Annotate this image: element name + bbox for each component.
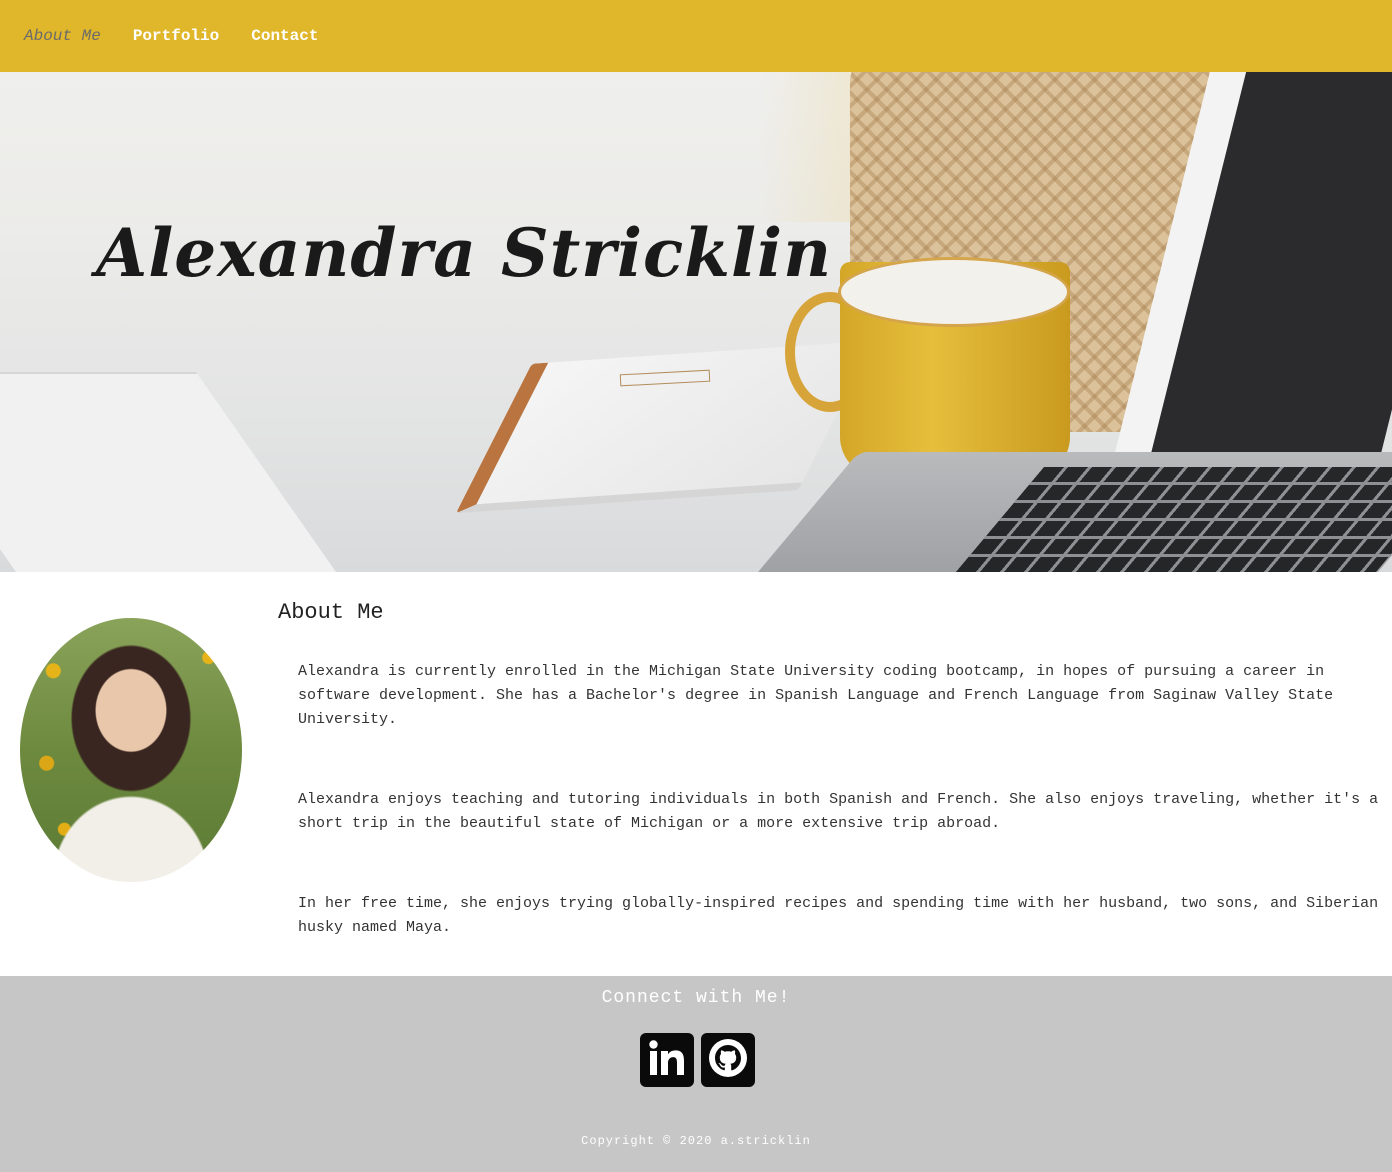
about-paragraph-2: Alexandra enjoys teaching and tutoring i… — [298, 791, 1379, 832]
social-links — [640, 1033, 755, 1087]
about-heading: About Me — [278, 600, 384, 625]
linkedin-button[interactable] — [640, 1033, 694, 1087]
linkedin-icon — [645, 1036, 689, 1085]
github-icon — [706, 1036, 750, 1085]
nav-link-contact[interactable]: Contact — [251, 27, 318, 45]
hero-title: Alexandra Stricklin — [96, 214, 833, 293]
about-paragraph-1: Alexandra is currently enrolled in the M… — [298, 663, 1334, 728]
about-section: About Me Alexandra is currently enrolled… — [0, 572, 1392, 976]
nav-link-about-me[interactable]: About Me — [24, 27, 101, 45]
hero-banner: Alexandra Stricklin — [0, 72, 1392, 572]
nav-link-portfolio[interactable]: Portfolio — [133, 27, 219, 45]
footer: Connect with Me! Copyright © 2020 a.stri… — [0, 976, 1392, 1172]
about-paragraph-3: In her free time, she enjoys trying glob… — [298, 895, 1379, 936]
copyright-text: Copyright © 2020 a.stricklin — [581, 1134, 811, 1148]
top-nav: About Me Portfolio Contact — [0, 0, 1392, 72]
profile-photo — [20, 618, 242, 882]
hero-mug-rim — [838, 257, 1070, 327]
footer-heading: Connect with Me! — [601, 988, 791, 1008]
github-button[interactable] — [701, 1033, 755, 1087]
